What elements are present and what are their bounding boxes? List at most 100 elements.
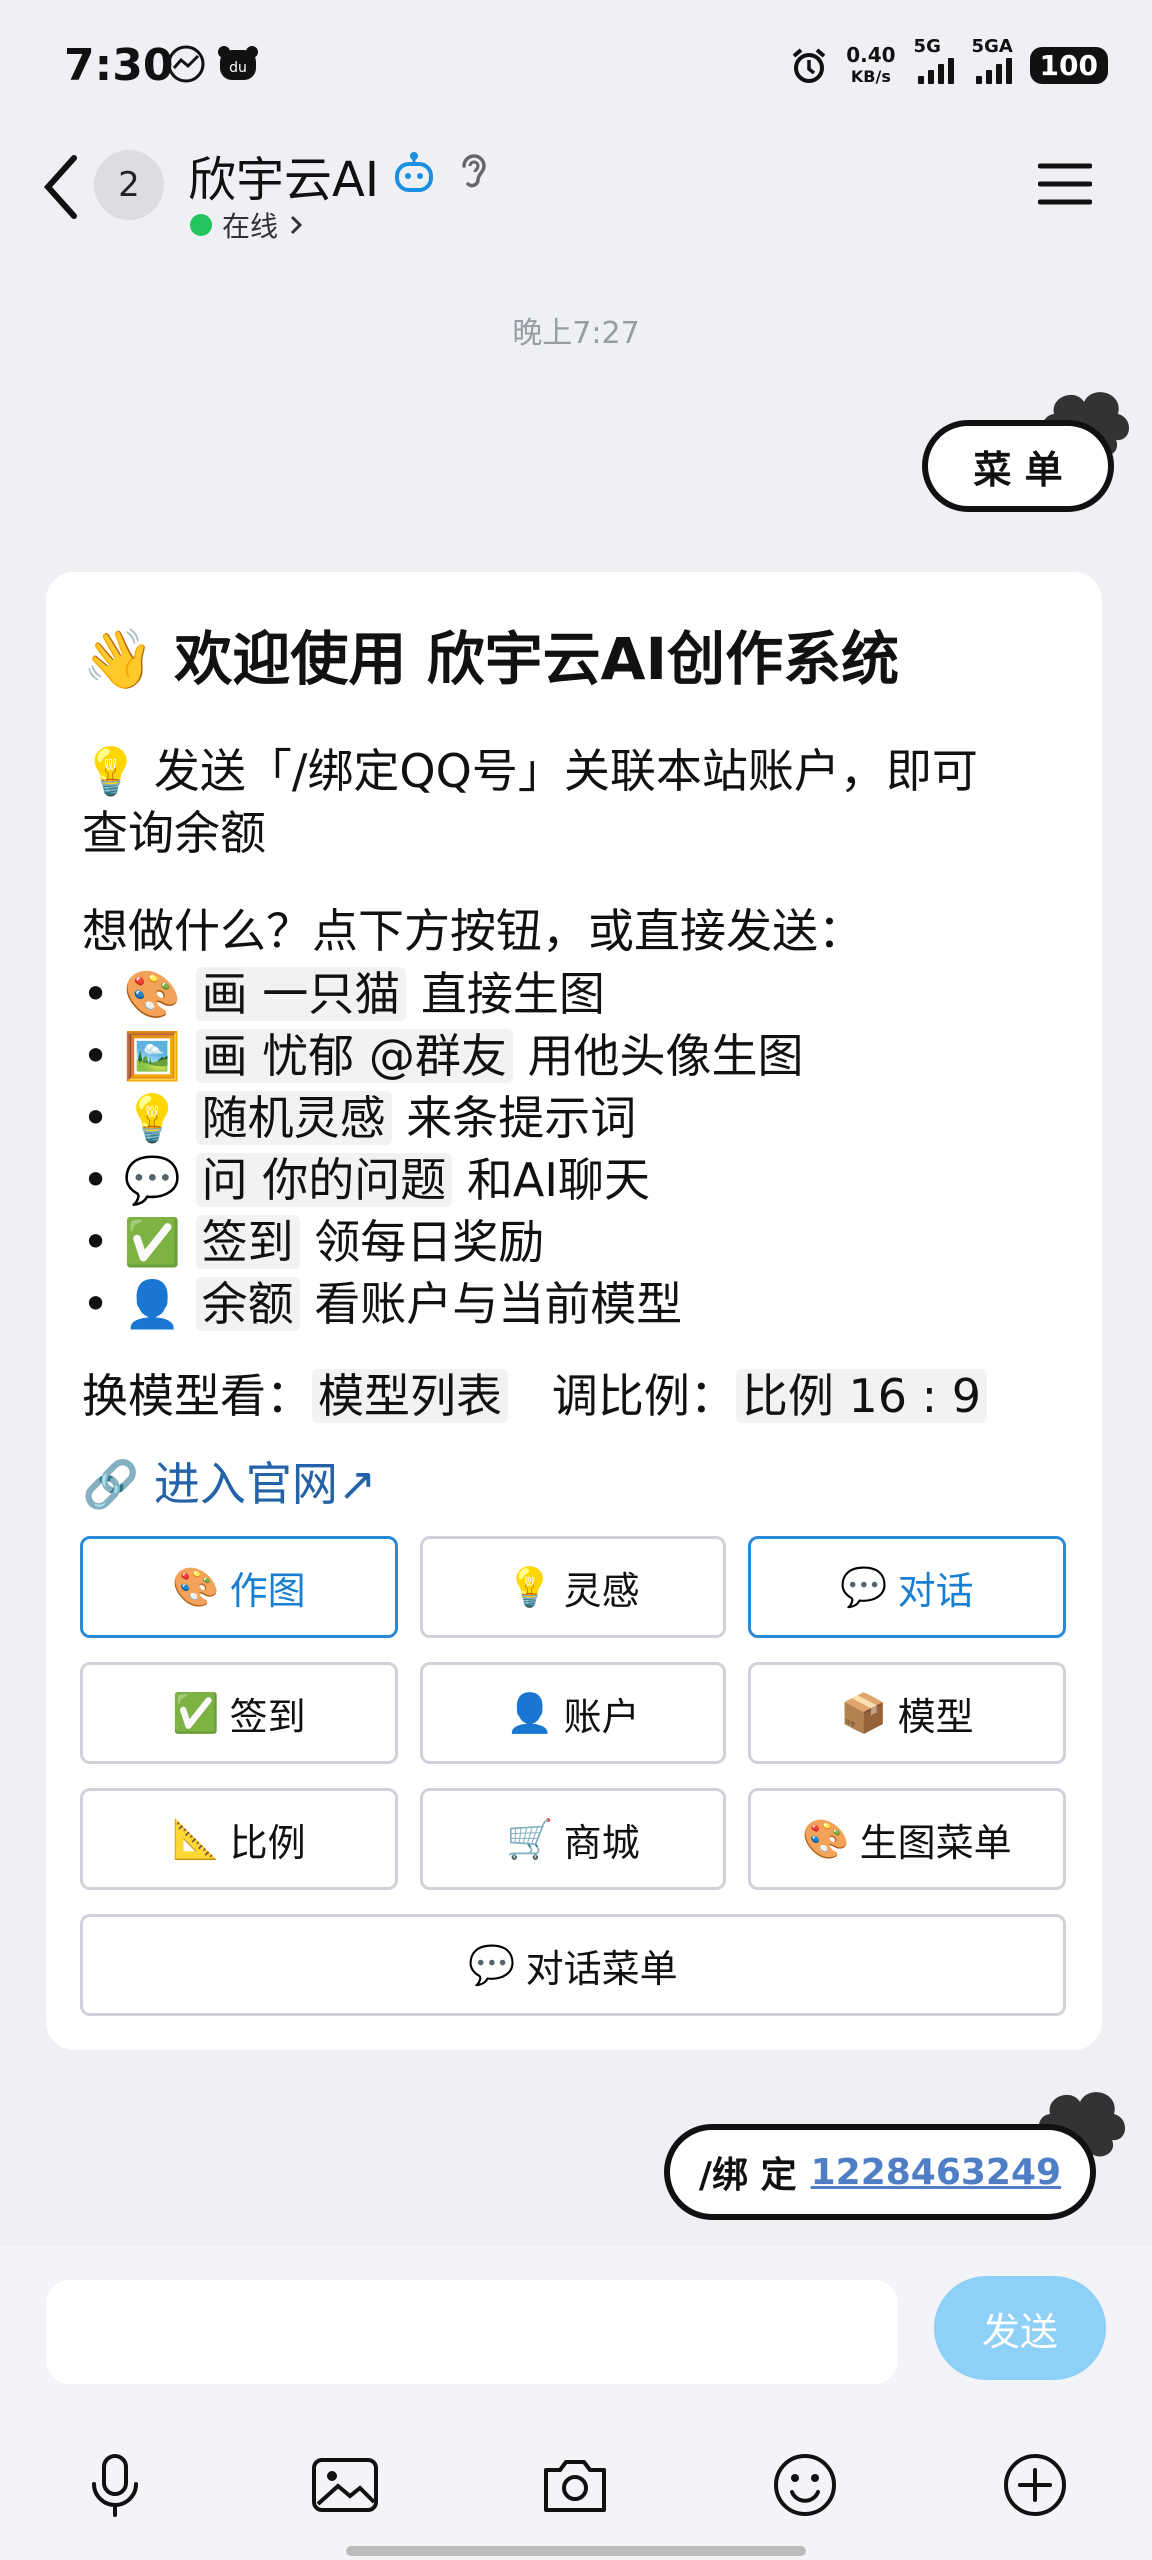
speech-bubble-icon: 💬 xyxy=(123,1153,182,1207)
check-icon: ✅ xyxy=(123,1215,182,1269)
message-input[interactable] xyxy=(46,2280,898,2384)
camera-icon[interactable] xyxy=(540,2450,610,2520)
model-command-tag[interactable]: 模型列表 xyxy=(312,1369,508,1423)
hearing-icon[interactable] xyxy=(456,150,492,194)
ratio-command-tag[interactable]: 比例 16 : 9 xyxy=(735,1369,988,1423)
list-item: • ✅ 签到 领每日奖励 xyxy=(82,1215,545,1269)
check-icon: ✅ xyxy=(172,1690,220,1735)
bind-number-link[interactable]: 1228463249 xyxy=(811,2152,1062,2193)
website-link-text: 进入官网↗ xyxy=(153,1457,377,1511)
command-desc: 看账户与当前模型 xyxy=(314,1277,683,1331)
speed-unit: KB/s xyxy=(850,66,891,86)
website-link[interactable]: 🔗 进入官网↗ xyxy=(82,1448,376,1514)
list-item: • 💬 问 你的问题 和AI聊天 xyxy=(82,1153,650,1207)
card-title: 👋 欢迎使用 欣宇云AI创作系统 xyxy=(82,612,899,696)
trend-icon xyxy=(167,45,205,83)
list-item: • 🖼️ 画 忧郁 @群友 用他头像生图 xyxy=(82,1029,804,1083)
picture-icon: 🖼️ xyxy=(123,1029,182,1083)
signal-5g: 5G xyxy=(914,36,954,89)
command-tag[interactable]: 问 你的问题 xyxy=(195,1153,453,1207)
command-desc: 用他头像生图 xyxy=(527,1029,804,1083)
image-icon[interactable] xyxy=(310,2450,380,2520)
status-time: 7:30 xyxy=(64,40,174,91)
cart-icon: 🛒 xyxy=(506,1816,554,1861)
list-item: • 🎨 画 一只猫 直接生图 xyxy=(82,967,605,1021)
send-button[interactable]: 发送 xyxy=(934,2276,1106,2380)
link-icon: 🔗 xyxy=(82,1457,140,1511)
battery-level: 100 xyxy=(1029,47,1108,84)
command-desc: 直接生图 xyxy=(420,967,605,1021)
button-label: 商城 xyxy=(563,1820,640,1865)
command-list: • 🎨 画 一只猫 直接生图 • 🖼️ 画 忧郁 @群友 用他头像生图 • 💡 … xyxy=(82,963,804,1335)
button-label: 作图 xyxy=(229,1568,306,1613)
chevron-right-icon xyxy=(290,215,303,235)
button-label: 账户 xyxy=(563,1694,640,1739)
button-label: 比例 xyxy=(229,1820,306,1865)
button-label: 灵感 xyxy=(563,1568,640,1613)
ratio-button[interactable]: 📐 比例 xyxy=(80,1788,398,1890)
button-label: 模型 xyxy=(897,1694,974,1739)
draw-button[interactable]: 🎨 作图 xyxy=(80,1536,398,1638)
microphone-icon[interactable] xyxy=(80,2450,150,2520)
bulb-icon: 💡 xyxy=(123,1091,182,1145)
package-icon: 📦 xyxy=(840,1690,888,1735)
sticker-menu-label: 菜 单 xyxy=(922,420,1114,512)
signal-label: 5GA xyxy=(971,36,1013,57)
triangle-ruler-icon: 📐 xyxy=(172,1816,220,1861)
card-title-text: 欢迎使用 欣宇云AI创作系统 xyxy=(174,625,900,693)
chevron-left-icon[interactable] xyxy=(40,152,80,222)
signal-5ga: 5GA xyxy=(972,36,1013,89)
bind-instruction: 💡 发送「/绑定QQ号」关联本站账户，即可 查询余额 xyxy=(82,740,1082,864)
button-label: 生图菜单 xyxy=(859,1820,1012,1865)
chat-title[interactable]: 欣宇云AI xyxy=(188,140,379,210)
signal-label: 5G xyxy=(913,36,941,57)
du-icon: du xyxy=(218,46,258,80)
bulb-icon: 💡 xyxy=(506,1564,554,1609)
user-icon: 👤 xyxy=(506,1690,554,1735)
list-item: • 💡 随机灵感 来条提示词 xyxy=(82,1091,637,1145)
command-tag[interactable]: 画 忧郁 @群友 xyxy=(195,1029,513,1083)
plus-icon[interactable] xyxy=(1000,2450,1070,2520)
palette-icon: 🎨 xyxy=(802,1816,850,1861)
list-item: • 👤 余额 看账户与当前模型 xyxy=(82,1277,683,1331)
wave-icon: 👋 xyxy=(82,625,155,693)
signal-bars-icon xyxy=(917,54,954,84)
online-label: 在线 xyxy=(222,210,279,243)
draw-menu-button[interactable]: 🎨 生图菜单 xyxy=(748,1788,1066,1890)
message-timestamp: 晚上7:27 xyxy=(512,316,640,351)
palette-icon: 🎨 xyxy=(123,967,182,1021)
robot-icon xyxy=(395,152,433,192)
status-right: 0.40 KB/s 5G 5GA 100 xyxy=(790,36,1108,89)
model-label: 换模型看： xyxy=(82,1369,312,1423)
account-button[interactable]: 👤 账户 xyxy=(420,1662,726,1764)
online-status[interactable]: 在线 xyxy=(190,205,304,245)
unread-count-badge[interactable]: 2 xyxy=(94,150,164,220)
checkin-button[interactable]: ✅ 签到 xyxy=(80,1662,398,1764)
chat-button[interactable]: 💬 对话 xyxy=(748,1536,1066,1638)
command-tag[interactable]: 余额 xyxy=(195,1277,300,1331)
inspiration-button[interactable]: 💡 灵感 xyxy=(420,1536,726,1638)
bind-sticker[interactable]: /绑 定 1228463249 xyxy=(650,2080,1130,2230)
menu-icon[interactable] xyxy=(1038,162,1092,206)
speed-value: 0.40 xyxy=(846,42,896,67)
ratio-label: 调比例： xyxy=(551,1369,736,1423)
command-desc: 领每日奖励 xyxy=(314,1215,545,1269)
emoji-icon[interactable] xyxy=(770,2450,840,2520)
chat-menu-button[interactable]: 💬 对话菜单 xyxy=(80,1914,1066,2016)
online-dot xyxy=(190,214,212,236)
menu-sticker[interactable]: 菜 单 xyxy=(914,380,1134,530)
palette-icon: 🎨 xyxy=(172,1564,220,1609)
svg-text:du: du xyxy=(229,60,247,76)
model-button[interactable]: 📦 模型 xyxy=(748,1662,1066,1764)
command-tag[interactable]: 随机灵感 xyxy=(195,1091,392,1145)
signal-bars-icon xyxy=(975,54,1012,84)
bind-prefix: /绑 定 xyxy=(698,2155,797,2196)
shop-button[interactable]: 🛒 商城 xyxy=(420,1788,726,1890)
network-speed: 0.40 KB/s xyxy=(846,44,895,88)
command-tag[interactable]: 画 一只猫 xyxy=(195,967,407,1021)
model-ratio-line: 换模型看： 模型列表 调比例： 比例 16 : 9 xyxy=(82,1365,988,1427)
home-indicator[interactable] xyxy=(346,2546,806,2556)
speech-bubble-icon: 💬 xyxy=(840,1564,888,1609)
command-tag[interactable]: 签到 xyxy=(195,1215,300,1269)
status-app-icons: du xyxy=(166,44,260,84)
